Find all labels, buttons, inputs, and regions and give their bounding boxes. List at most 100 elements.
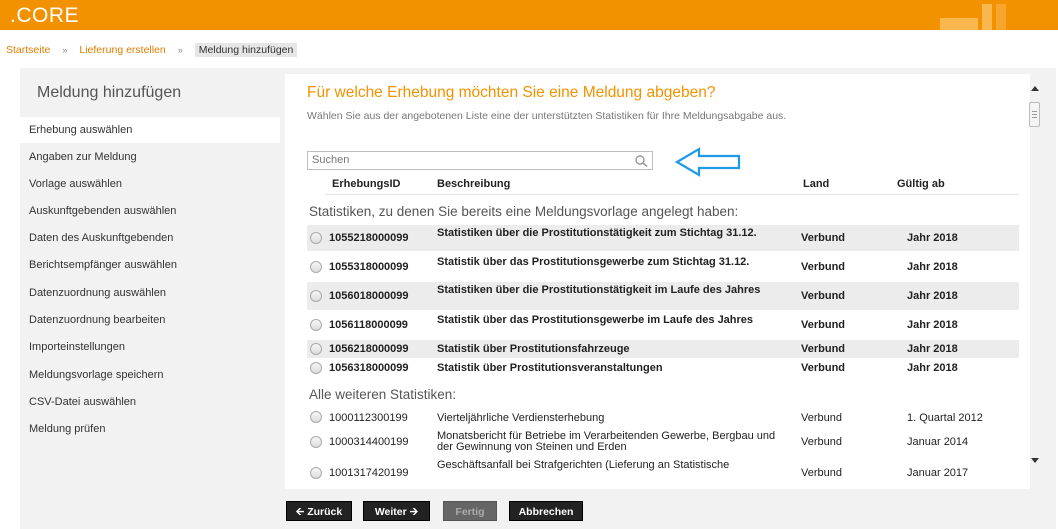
column-header-valid-from[interactable]: Gültig ab xyxy=(897,178,945,190)
select-radio[interactable] xyxy=(310,343,322,355)
table-row[interactable]: 1055318000099 Statistik über das Prostit… xyxy=(307,254,1019,280)
next-button-label: Weiter xyxy=(374,506,407,518)
select-radio[interactable] xyxy=(310,290,322,302)
table-row[interactable]: 1000314400199 Monatsbericht für Betriebe… xyxy=(307,428,1019,456)
select-radio[interactable] xyxy=(310,362,322,374)
row-land: Verbund xyxy=(801,232,846,244)
row-valid-from: Jahr 2018 xyxy=(907,232,958,244)
header-divider xyxy=(325,194,1019,195)
row-land: Verbund xyxy=(801,436,842,448)
step-datenzuordnung-bearbeiten[interactable]: Datenzuordnung bearbeiten xyxy=(16,307,280,333)
breadcrumb-separator: » xyxy=(177,45,183,55)
select-radio[interactable] xyxy=(310,319,322,331)
vertical-scrollbar[interactable] xyxy=(1028,82,1042,467)
select-radio[interactable] xyxy=(310,436,322,448)
row-valid-from: Jahr 2018 xyxy=(907,261,958,273)
table-row[interactable]: 1056318000099 Statistik über Prostitutio… xyxy=(307,359,1019,377)
row-land: Verbund xyxy=(801,362,846,374)
table-row[interactable]: 1056218000099 Statistik über Prostitutio… xyxy=(307,340,1019,358)
scroll-down-arrow-icon[interactable] xyxy=(1031,458,1039,463)
breadcrumb-lieferung-erstellen[interactable]: Lieferung erstellen xyxy=(79,44,165,56)
step-angaben-zur-meldung[interactable]: Angaben zur Meldung xyxy=(16,144,280,170)
step-auskunftgebenden-auswaehlen[interactable]: Auskunftgebenden auswählen xyxy=(16,198,280,224)
app-brand: .CORE xyxy=(10,4,80,27)
row-land: Verbund xyxy=(801,467,842,479)
row-id: 1055218000099 xyxy=(329,232,409,244)
select-radio[interactable] xyxy=(310,261,322,273)
row-land: Verbund xyxy=(801,343,846,355)
breadcrumb-separator: » xyxy=(62,45,68,55)
column-header-description[interactable]: Beschreibung xyxy=(437,178,510,190)
logo-bars-icon xyxy=(940,4,1020,30)
step-meldung-pruefen[interactable]: Meldung prüfen xyxy=(16,416,280,442)
step-importeinstellungen[interactable]: Importeinstellungen xyxy=(16,334,280,360)
breadcrumb: Startseite » Lieferung erstellen » Meldu… xyxy=(6,42,298,58)
row-valid-from: Jahr 2018 xyxy=(907,290,958,302)
row-valid-from: Januar 2017 xyxy=(907,467,969,479)
scroll-thumb[interactable] xyxy=(1029,102,1040,127)
arrow-left-icon: 🡨 xyxy=(295,506,305,518)
table-row[interactable]: 1000112300199 Vierteljährliche Verdienst… xyxy=(307,408,1019,427)
row-valid-from: Jahr 2018 xyxy=(907,362,958,374)
step-meldungsvorlage-speichern[interactable]: Meldungsvorlage speichern xyxy=(16,362,280,388)
row-id: 1056118000099 xyxy=(329,319,408,331)
row-description: Statistik über das Prostitutionsgewerbe … xyxy=(437,256,750,268)
row-land: Verbund xyxy=(801,412,842,424)
instruction-text: Wählen Sie aus der angebotenen Liste ein… xyxy=(307,110,787,122)
step-vorlage-auswaehlen[interactable]: Vorlage auswählen xyxy=(16,171,280,197)
select-radio[interactable] xyxy=(310,411,322,423)
row-land: Verbund xyxy=(801,290,846,302)
column-header-land[interactable]: Land xyxy=(803,178,829,190)
row-id: 1056318000099 xyxy=(329,362,409,374)
breadcrumb-current: Meldung hinzufügen xyxy=(194,43,298,57)
step-erhebung-auswaehlen[interactable]: Erhebung auswählen xyxy=(16,117,280,143)
section-existing-templates: Statistiken, zu denen Sie bereits eine M… xyxy=(309,204,739,219)
cancel-button[interactable]: Abbrechen xyxy=(509,501,583,521)
scroll-up-arrow-icon[interactable] xyxy=(1031,86,1039,91)
arrow-right-icon: 🡪 xyxy=(409,506,419,518)
sidebar-title: Meldung hinzufügen xyxy=(37,84,182,101)
row-id: 1055318000099 xyxy=(329,261,409,273)
step-daten-des-auskunftgebenden[interactable]: Daten des Auskunftgebenden xyxy=(16,225,280,251)
next-button[interactable]: Weiter 🡪 xyxy=(363,501,430,521)
left-arrow-icon xyxy=(675,147,741,177)
row-description: Monatsbericht für Betriebe im Verarbeite… xyxy=(437,430,776,453)
row-description: Vierteljährliche Verdiensterhebung xyxy=(437,412,605,424)
column-header-id[interactable]: ErhebungsID xyxy=(332,178,400,190)
row-id: 1056018000099 xyxy=(329,290,409,302)
row-valid-from: 1. Quartal 2012 xyxy=(907,412,983,424)
row-description: Statistik über Prostitutionsveranstaltun… xyxy=(437,362,663,374)
row-description: Statistik über Prostitutionsfahrzeuge xyxy=(437,343,630,355)
row-description: Geschäftsanfall bei Strafgerichten (Lief… xyxy=(437,459,730,471)
row-description: Statistik über das Prostitutionsgewerbe … xyxy=(437,314,754,326)
search-icon[interactable] xyxy=(634,154,650,168)
row-land: Verbund xyxy=(801,261,846,273)
finish-button[interactable]: Fertig xyxy=(443,501,497,521)
table-row[interactable]: 1055218000099 Statistiken über die Prost… xyxy=(307,225,1019,251)
page-title: Für welche Erhebung möchten Sie eine Mel… xyxy=(307,84,716,101)
main-content: Für welche Erhebung möchten Sie eine Mel… xyxy=(285,74,1030,489)
step-csv-datei-auswaehlen[interactable]: CSV-Datei auswählen xyxy=(16,389,280,415)
step-berichtsempfaenger-auswaehlen[interactable]: Berichtsempfänger auswählen xyxy=(16,252,280,278)
row-valid-from: Januar 2014 xyxy=(907,436,969,448)
row-description: Statistiken über die Prostitutionstätigk… xyxy=(437,284,761,296)
step-datenzuordnung-auswaehlen[interactable]: Datenzuordnung auswählen xyxy=(16,280,280,306)
table-row[interactable]: 1056018000099 Statistiken über die Prost… xyxy=(307,282,1019,310)
row-id: 1056218000099 xyxy=(329,343,409,355)
row-valid-from: Jahr 2018 xyxy=(907,343,958,355)
row-id: 1000112300199 xyxy=(329,412,408,424)
top-bar: .CORE xyxy=(0,0,1058,30)
select-radio[interactable] xyxy=(310,467,322,479)
back-button[interactable]: 🡨 Zurück xyxy=(286,501,352,521)
row-id: 1001317420199 xyxy=(329,467,409,479)
breadcrumb-startseite[interactable]: Startseite xyxy=(6,44,50,56)
row-valid-from: Jahr 2018 xyxy=(907,319,958,331)
row-description: Statistiken über die Prostitutionstätigk… xyxy=(437,227,757,239)
table-row[interactable]: 1001317420199 Geschäftsanfall bei Strafg… xyxy=(307,458,1019,482)
section-all-other: Alle weiteren Statistiken: xyxy=(309,387,457,402)
back-button-label: Zurück xyxy=(307,506,343,518)
search-input[interactable]: Suchen xyxy=(307,151,653,170)
row-land: Verbund xyxy=(801,319,846,331)
table-row[interactable]: 1056118000099 Statistik über das Prostit… xyxy=(307,312,1019,338)
select-radio[interactable] xyxy=(310,232,322,244)
